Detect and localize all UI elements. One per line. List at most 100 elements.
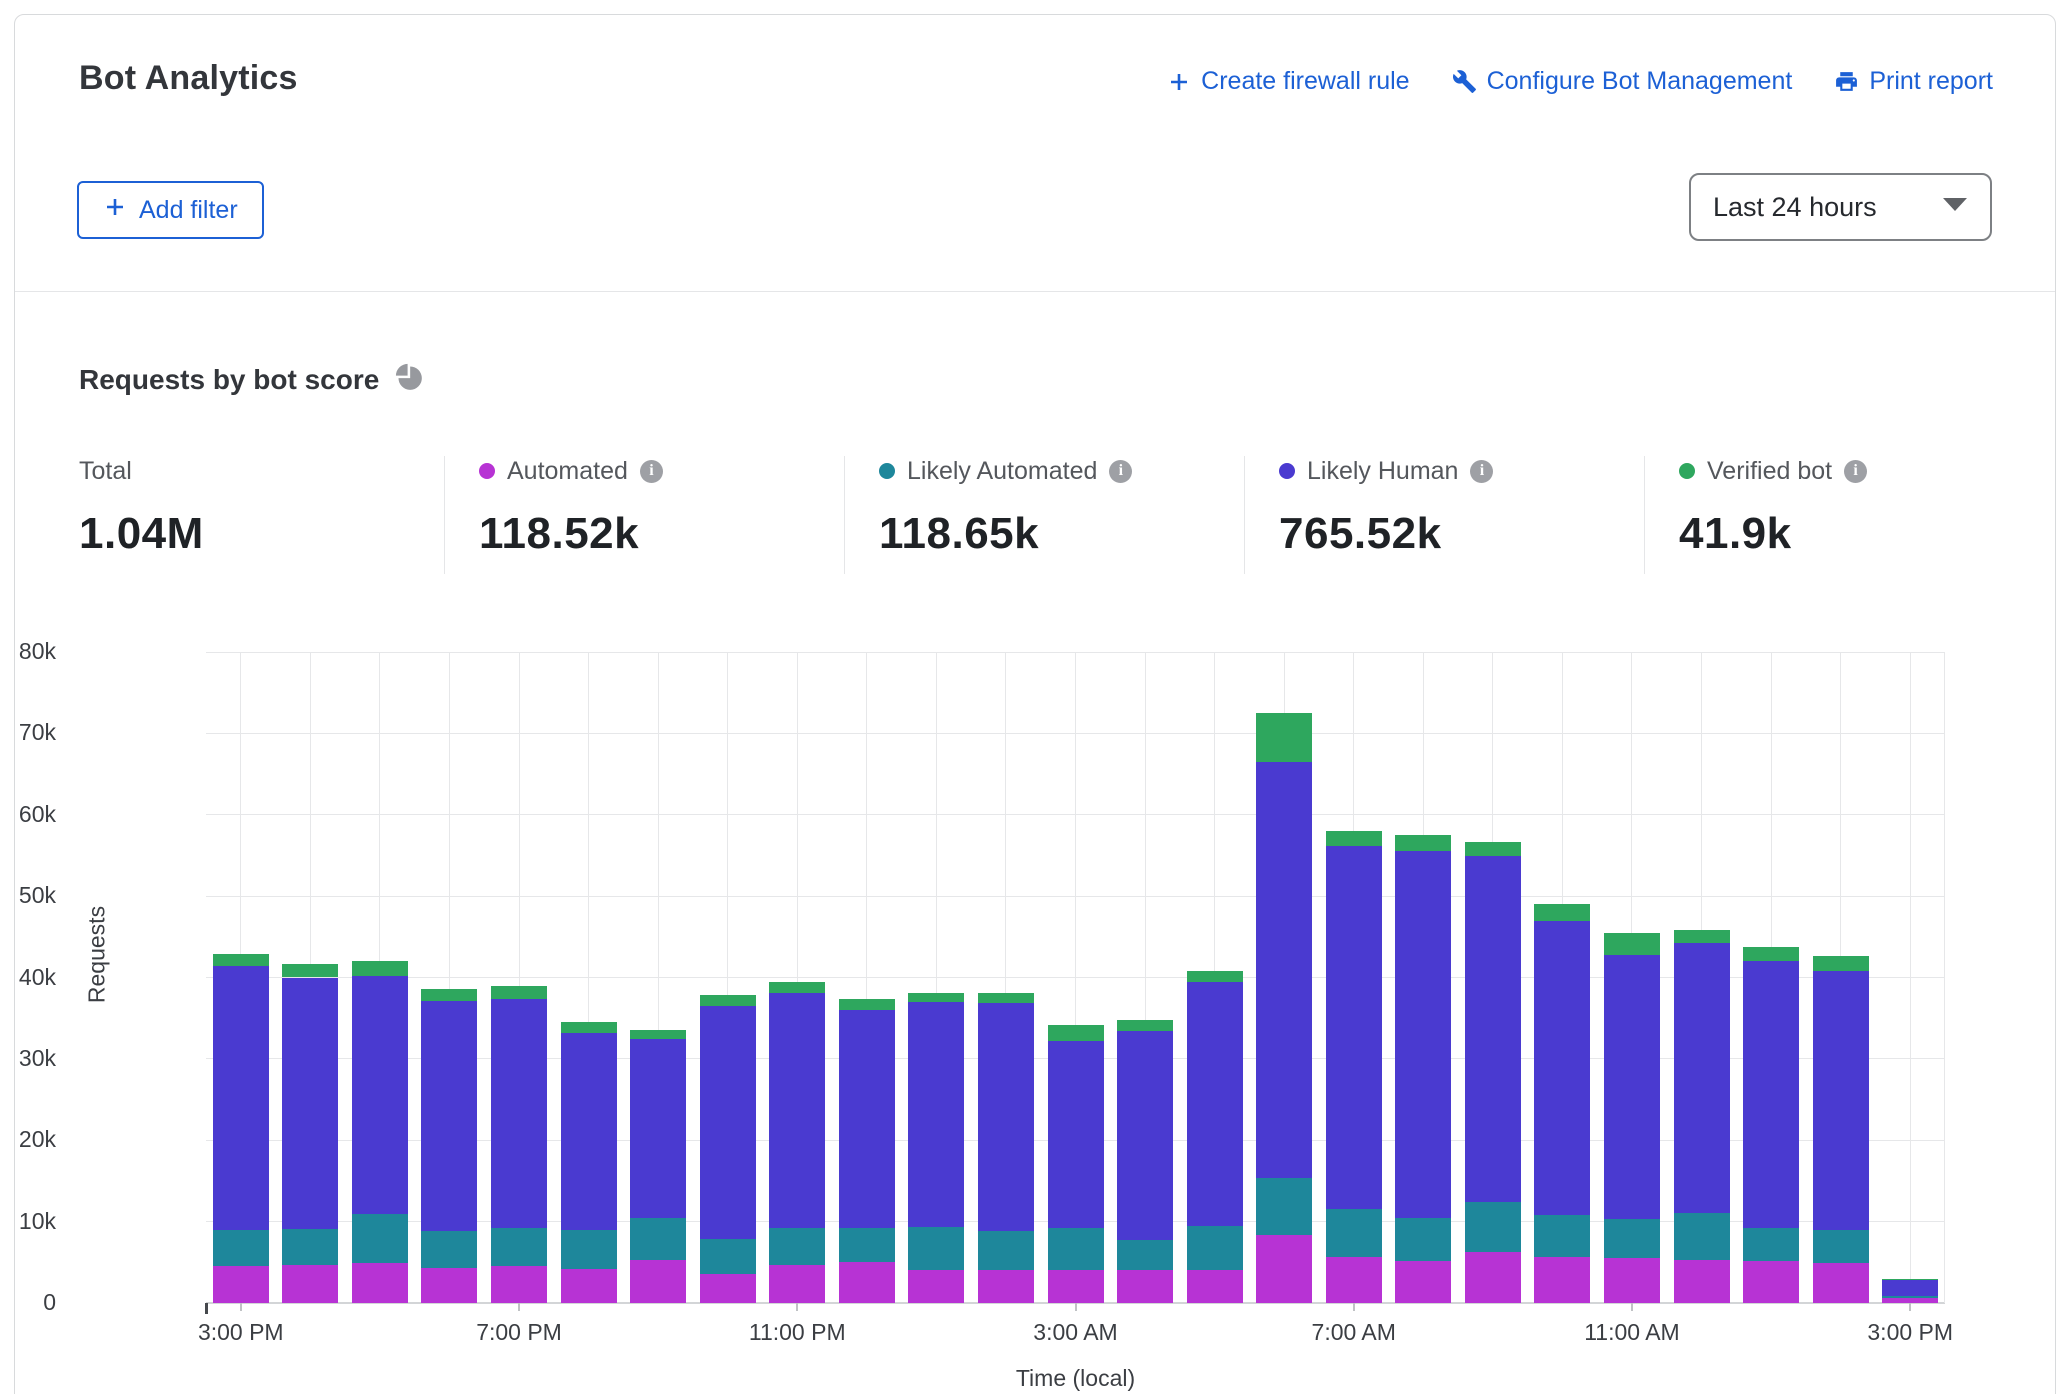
- bar-segment-likely-automated[interactable]: [1117, 1240, 1173, 1270]
- bar-segment-automated[interactable]: [1117, 1270, 1173, 1303]
- bar-segment-verified-bot[interactable]: [352, 961, 408, 976]
- bar-segment-likely-automated[interactable]: [1534, 1215, 1590, 1257]
- bar-segment-likely-automated[interactable]: [1465, 1202, 1521, 1252]
- bar-segment-verified-bot[interactable]: [1813, 956, 1869, 971]
- bar-segment-verified-bot[interactable]: [1256, 713, 1312, 762]
- add-filter-button[interactable]: Add filter: [77, 181, 264, 239]
- print-report-link[interactable]: Print report: [1834, 67, 1993, 96]
- bar-segment-likely-automated[interactable]: [561, 1230, 617, 1269]
- bar-segment-automated[interactable]: [978, 1270, 1034, 1303]
- bar-segment-automated[interactable]: [213, 1266, 269, 1303]
- info-icon[interactable]: i: [640, 460, 663, 483]
- bar-segment-verified-bot[interactable]: [1395, 835, 1451, 851]
- bar-segment-likely-human[interactable]: [421, 1001, 477, 1230]
- bar-segment-likely-automated[interactable]: [1395, 1218, 1451, 1260]
- create-firewall-rule-link[interactable]: Create firewall rule: [1167, 67, 1409, 96]
- bar-segment-verified-bot[interactable]: [491, 986, 547, 999]
- bar-segment-verified-bot[interactable]: [1048, 1025, 1104, 1041]
- bar-segment-likely-human[interactable]: [1743, 961, 1799, 1228]
- bar-segment-automated[interactable]: [1048, 1270, 1104, 1303]
- info-icon[interactable]: i: [1844, 460, 1867, 483]
- bar-segment-automated[interactable]: [1187, 1270, 1243, 1303]
- bar-segment-automated[interactable]: [769, 1265, 825, 1303]
- bar-segment-verified-bot[interactable]: [700, 995, 756, 1006]
- bar-segment-likely-human[interactable]: [282, 978, 338, 1229]
- bar-segment-automated[interactable]: [1326, 1257, 1382, 1303]
- bar-segment-automated[interactable]: [700, 1274, 756, 1303]
- bar-segment-likely-human[interactable]: [769, 993, 825, 1228]
- bar-segment-likely-automated[interactable]: [978, 1231, 1034, 1269]
- bar-segment-automated[interactable]: [421, 1268, 477, 1303]
- bar-segment-likely-human[interactable]: [491, 999, 547, 1228]
- bar-segment-automated[interactable]: [1534, 1257, 1590, 1303]
- bar-segment-automated[interactable]: [839, 1262, 895, 1303]
- bar-segment-automated[interactable]: [282, 1265, 338, 1303]
- bar-segment-automated[interactable]: [1256, 1235, 1312, 1303]
- bar-segment-verified-bot[interactable]: [978, 993, 1034, 1003]
- bar-segment-verified-bot[interactable]: [561, 1022, 617, 1033]
- bar-segment-verified-bot[interactable]: [421, 989, 477, 1001]
- bar-segment-verified-bot[interactable]: [1882, 1279, 1938, 1280]
- bar-segment-automated[interactable]: [630, 1260, 686, 1303]
- bar-segment-verified-bot[interactable]: [1117, 1020, 1173, 1031]
- bar-segment-verified-bot[interactable]: [1465, 842, 1521, 857]
- bar-segment-verified-bot[interactable]: [1743, 947, 1799, 962]
- requests-stacked-bar-chart[interactable]: 010k20k30k40k50k60k70k80k3:00 PM7:00 PM1…: [206, 652, 1945, 1303]
- bar-segment-likely-human[interactable]: [1604, 955, 1660, 1219]
- bar-segment-likely-human[interactable]: [1187, 982, 1243, 1225]
- bar-segment-automated[interactable]: [1395, 1261, 1451, 1303]
- configure-bot-management-link[interactable]: Configure Bot Management: [1452, 67, 1793, 96]
- bar-segment-likely-human[interactable]: [1395, 851, 1451, 1218]
- bar-segment-verified-bot[interactable]: [1534, 904, 1590, 920]
- bar-segment-likely-human[interactable]: [700, 1006, 756, 1239]
- bar-segment-likely-automated[interactable]: [1743, 1228, 1799, 1261]
- bar-segment-likely-automated[interactable]: [421, 1231, 477, 1268]
- bar-segment-likely-human[interactable]: [1256, 762, 1312, 1179]
- bar-segment-likely-automated[interactable]: [282, 1229, 338, 1265]
- bar-segment-likely-human[interactable]: [1048, 1041, 1104, 1228]
- bar-segment-likely-human[interactable]: [1465, 856, 1521, 1202]
- bar-segment-likely-automated[interactable]: [908, 1227, 964, 1271]
- bar-segment-verified-bot[interactable]: [1674, 930, 1730, 943]
- bar-segment-likely-automated[interactable]: [1256, 1178, 1312, 1234]
- bar-segment-likely-automated[interactable]: [213, 1230, 269, 1266]
- bar-segment-automated[interactable]: [1743, 1261, 1799, 1303]
- bar-segment-automated[interactable]: [1813, 1263, 1869, 1303]
- bar-segment-likely-human[interactable]: [213, 966, 269, 1230]
- bar-segment-automated[interactable]: [1604, 1258, 1660, 1303]
- bar-segment-likely-human[interactable]: [561, 1033, 617, 1230]
- bar-segment-likely-automated[interactable]: [491, 1228, 547, 1265]
- bar-segment-verified-bot[interactable]: [908, 993, 964, 1002]
- bar-segment-likely-automated[interactable]: [700, 1239, 756, 1274]
- bar-segment-verified-bot[interactable]: [1187, 971, 1243, 982]
- bar-segment-likely-human[interactable]: [1534, 921, 1590, 1216]
- bar-segment-likely-human[interactable]: [1326, 846, 1382, 1209]
- info-icon[interactable]: i: [1109, 460, 1132, 483]
- bar-segment-likely-automated[interactable]: [1813, 1230, 1869, 1263]
- bar-segment-likely-automated[interactable]: [1326, 1209, 1382, 1257]
- bar-segment-likely-human[interactable]: [839, 1010, 895, 1228]
- bar-segment-verified-bot[interactable]: [282, 964, 338, 978]
- bar-segment-likely-human[interactable]: [352, 976, 408, 1214]
- bar-segment-likely-human[interactable]: [630, 1039, 686, 1218]
- bar-segment-automated[interactable]: [908, 1270, 964, 1303]
- bar-segment-verified-bot[interactable]: [769, 982, 825, 993]
- bar-segment-likely-human[interactable]: [1674, 943, 1730, 1212]
- time-range-select[interactable]: Last 24 hours: [1689, 173, 1992, 241]
- bar-segment-automated[interactable]: [1674, 1260, 1730, 1303]
- bar-segment-likely-automated[interactable]: [769, 1228, 825, 1265]
- bar-segment-likely-automated[interactable]: [839, 1228, 895, 1262]
- bar-segment-likely-human[interactable]: [1117, 1031, 1173, 1240]
- bar-segment-automated[interactable]: [1465, 1252, 1521, 1303]
- bar-segment-verified-bot[interactable]: [213, 954, 269, 966]
- bar-segment-likely-automated[interactable]: [1674, 1213, 1730, 1260]
- bar-segment-likely-automated[interactable]: [1604, 1219, 1660, 1258]
- bar-segment-verified-bot[interactable]: [630, 1030, 686, 1039]
- bar-segment-verified-bot[interactable]: [1326, 831, 1382, 846]
- bar-segment-likely-automated[interactable]: [352, 1214, 408, 1263]
- bar-segment-likely-human[interactable]: [1813, 971, 1869, 1230]
- bar-segment-verified-bot[interactable]: [1604, 933, 1660, 955]
- bar-segment-likely-human[interactable]: [1882, 1280, 1938, 1295]
- bar-segment-likely-automated[interactable]: [1882, 1296, 1938, 1298]
- bar-segment-likely-human[interactable]: [978, 1003, 1034, 1232]
